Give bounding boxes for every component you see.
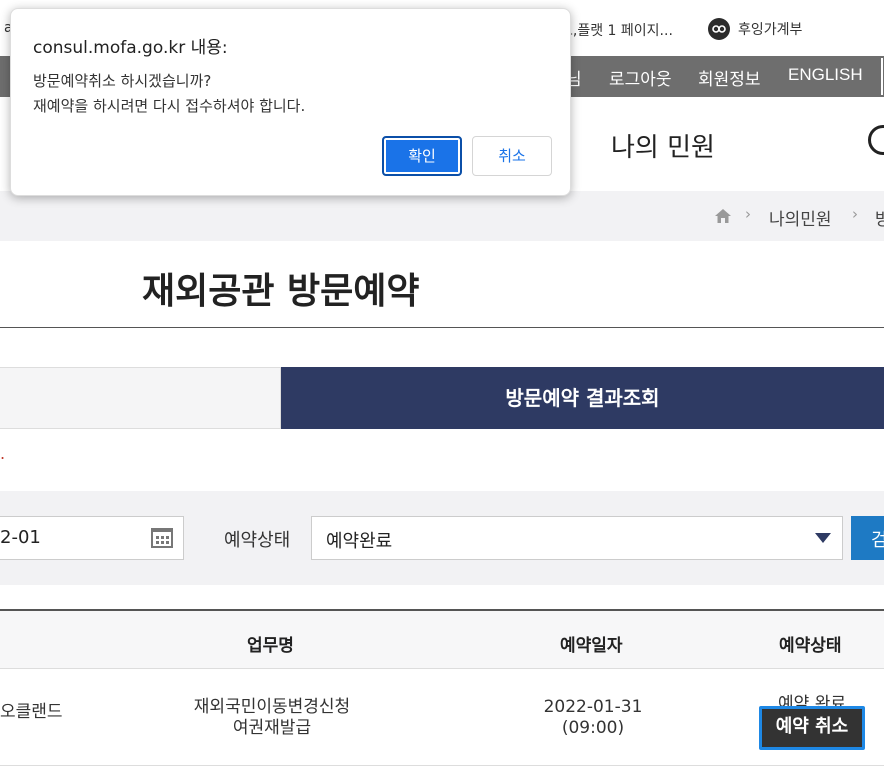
dialog-ok-button[interactable]: 확인 (382, 136, 462, 176)
breadcrumb-my-service[interactable]: 나의민원 (769, 205, 832, 230)
status-select[interactable]: 예약완료 (311, 516, 843, 560)
service-name-line1: 재외국민이동변경신청 (193, 697, 351, 717)
page-title: 재외공관 방문예약 (142, 271, 420, 312)
chevron-right-icon: › (745, 205, 751, 223)
tab-reservation[interactable] (0, 367, 281, 429)
title-divider (0, 327, 884, 328)
search-icon[interactable] (868, 125, 884, 155)
logout-link[interactable]: 로그아웃 (609, 65, 672, 90)
table-header: 업무명 예약일자 예약상태 (0, 611, 884, 669)
breadcrumb: › 나의민원 › 방 (0, 191, 884, 241)
home-icon[interactable] (714, 208, 732, 224)
dialog-message-line1: 방문예약취소 하시겠습니까? (33, 72, 212, 90)
topbar-divider (881, 58, 883, 95)
menu-my-service[interactable]: 나의 민원 (611, 127, 715, 164)
bookmark-item-label: 후잉가계부 (738, 22, 803, 38)
notice-text: . (0, 444, 6, 463)
breadcrumb-current[interactable]: 방 (875, 205, 884, 230)
dialog-message-line2: 재예약을 하시려면 다시 접수하셔야 합니다. (33, 97, 306, 115)
reservation-time: (09:00) (561, 718, 625, 738)
service-name-line2: 여권재발급 (232, 718, 312, 738)
dialog-cancel-button[interactable]: 취소 (472, 136, 552, 176)
chevron-right-icon: › (852, 205, 858, 223)
cell-place: 오클랜드 (0, 702, 63, 722)
status-label: 예약상태 (224, 530, 291, 551)
confirm-dialog: consul.mofa.go.kr 내용: 방문예약취소 하시겠습니까? 재예약… (10, 8, 571, 196)
member-info-link[interactable]: 회원정보 (698, 65, 761, 90)
tab-reservation-results[interactable]: 방문예약 결과조회 (281, 367, 884, 429)
search-button[interactable]: 검 (851, 516, 884, 560)
column-header-date: 예약일자 (560, 636, 623, 656)
dialog-title: consul.mofa.go.kr 내용: (33, 38, 228, 58)
column-header-status: 예약상태 (779, 636, 842, 656)
whooing-logo-icon (708, 18, 730, 40)
cancel-reservation-button[interactable]: 예약 취소 (759, 706, 865, 750)
cell-reservation-date: 2022-01-31 (09:00) (540, 697, 646, 739)
search-panel: 2-01 예약상태 예약완료 검 (0, 491, 884, 585)
cell-service-name: 재외국민이동변경신청 여권재발급 (180, 697, 364, 739)
dropdown-arrow-icon[interactable] (815, 533, 831, 543)
bookmark-item-flat[interactable]: 트,플랫 1 페이지... (560, 20, 673, 40)
table-row: 오클랜드 재외국민이동변경신청 여권재발급 2022-01-31 (09:00)… (0, 669, 884, 766)
column-header-name: 업무명 (247, 636, 294, 656)
english-link[interactable]: ENGLISH (788, 65, 863, 85)
reservation-date: 2022-01-31 (543, 697, 643, 717)
bookmark-item-whooing[interactable]: 후잉가계부 (708, 18, 802, 40)
calendar-icon[interactable] (151, 528, 173, 548)
